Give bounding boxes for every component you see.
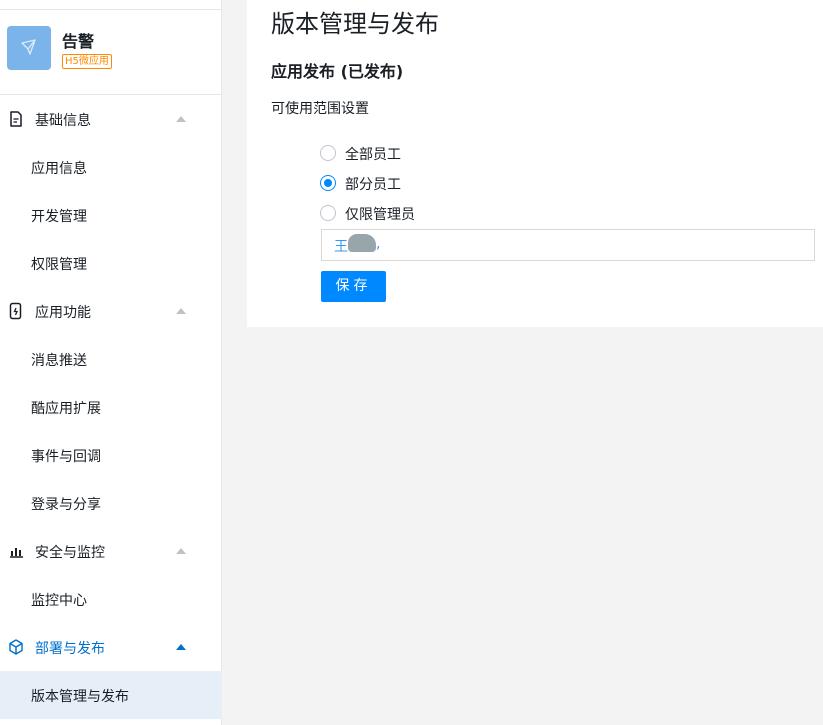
section-title: 应用发布 (已发布) (271, 62, 404, 81)
sidebar-item-login-share[interactable]: 登录与分享 (0, 479, 222, 527)
sidebar-item-monitor[interactable]: 监控中心 (0, 575, 222, 623)
member-select-input[interactable]: 王 , (321, 229, 815, 261)
sidebar-group-label: 基础信息 (35, 113, 91, 129)
cube-icon (9, 639, 23, 655)
member-tag: 王 (334, 239, 348, 255)
sidebar-group-deploy[interactable]: 部署与发布 (0, 623, 222, 671)
document-icon (10, 111, 22, 127)
sidebar-item-label: 酷应用扩展 (31, 401, 101, 417)
app-type-badge: H5微应用 (62, 54, 112, 69)
sidebar: 告警 H5微应用 基础信息 应用信息 开发管理 权限管理 应用功能 消息推送 酷… (0, 0, 222, 725)
radio-label: 部分员工 (345, 177, 401, 193)
sidebar-group-security[interactable]: 安全与监控 (0, 527, 222, 575)
sidebar-item-label: 消息推送 (31, 353, 87, 369)
save-button[interactable]: 保存 (321, 271, 386, 302)
radio-label: 仅限管理员 (345, 207, 415, 223)
redacted-name-mask (348, 234, 376, 252)
sidebar-group-basic-info[interactable]: 基础信息 (0, 95, 222, 143)
sidebar-item-dev-management[interactable]: 开发管理 (0, 191, 222, 239)
chevron-up-icon[interactable] (176, 308, 186, 314)
sidebar-item-permissions[interactable]: 权限管理 (0, 239, 222, 287)
sidebar-item-label: 权限管理 (31, 257, 87, 273)
page-title: 版本管理与发布 (271, 10, 439, 38)
radio-button[interactable] (320, 145, 336, 161)
radio-button[interactable] (320, 175, 336, 191)
chevron-up-icon[interactable] (176, 116, 186, 122)
sidebar-item-label: 应用信息 (31, 161, 87, 177)
member-separator: , (376, 236, 381, 252)
phone-icon (9, 302, 22, 320)
sidebar-group-app-features[interactable]: 应用功能 (0, 287, 222, 335)
radio-button[interactable] (320, 205, 336, 221)
app-logo (7, 26, 51, 70)
release-panel: 版本管理与发布 应用发布 (已发布) 可使用范围设置 全部员工 部分员工 仅限管… (247, 0, 823, 327)
sidebar-item-app-info[interactable]: 应用信息 (0, 143, 222, 191)
range-setting-label: 可使用范围设置 (271, 101, 369, 117)
sidebar-item-cool-app[interactable]: 酷应用扩展 (0, 383, 222, 431)
app-name: 告警 (62, 32, 95, 51)
sidebar-item-label: 事件与回调 (31, 449, 101, 465)
sidebar-group-label: 部署与发布 (35, 641, 105, 657)
sidebar-item-push[interactable]: 消息推送 (0, 335, 222, 383)
sidebar-item-events[interactable]: 事件与回调 (0, 431, 222, 479)
sidebar-group-label: 应用功能 (35, 305, 91, 321)
chevron-up-icon[interactable] (176, 548, 186, 554)
sidebar-item-label: 版本管理与发布 (31, 689, 129, 705)
app-header: 告警 H5微应用 (0, 10, 222, 95)
sidebar-item-label: 监控中心 (31, 593, 87, 609)
bird-icon (21, 39, 36, 55)
sidebar-item-label: 登录与分享 (31, 497, 101, 513)
chevron-up-icon[interactable] (176, 644, 186, 650)
sidebar-group-label: 安全与监控 (35, 545, 105, 561)
radio-label: 全部员工 (345, 147, 401, 163)
sidebar-item-version-release[interactable]: 版本管理与发布 (0, 671, 222, 719)
sidebar-item-label: 开发管理 (31, 209, 87, 225)
bar-chart-icon (10, 548, 23, 558)
